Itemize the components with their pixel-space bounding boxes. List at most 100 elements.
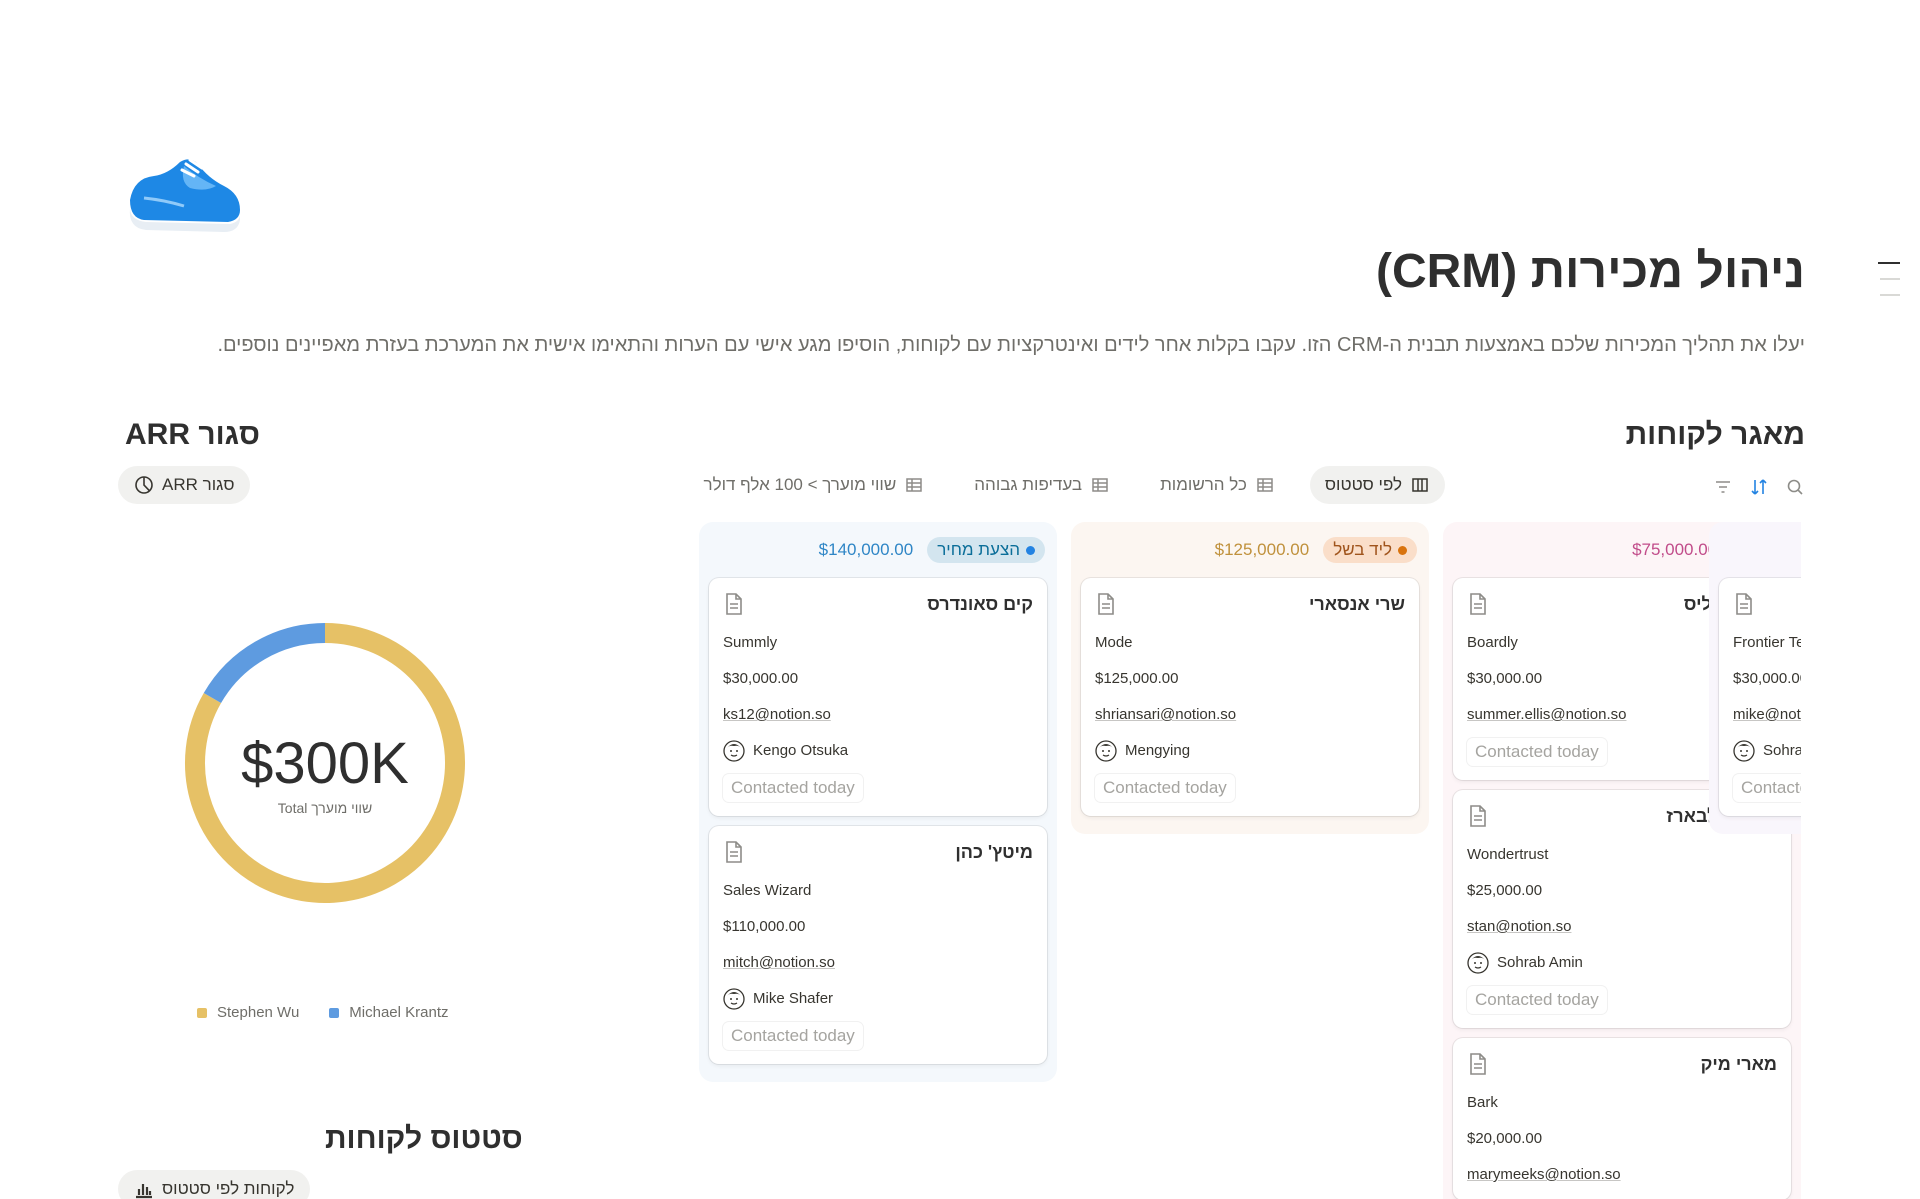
card-person: Mike Shafer [723,988,1033,1010]
status-chart-view-chip[interactable]: לקוחות לפי סטטוס [118,1170,311,1199]
legend-label: Michael Krantz [349,1004,449,1021]
running-shoe-icon [129,158,240,232]
card-value: $25,000.00 [1467,882,1543,899]
card-name: מארי מיק [1700,1053,1777,1074]
document-icon [726,593,742,615]
customer-card[interactable]: Frontier Tec $30,000.00 mike@notio Sohrab Co… [1719,578,1801,816]
status-pill[interactable]: ליד בשל [1323,537,1417,563]
card-header [1733,590,1801,618]
card-header: שרי אנסארי [1095,590,1405,618]
card-company: Summly [723,634,778,651]
filter-icon[interactable] [1713,477,1733,497]
avatar [723,988,745,1010]
page-description: יעלו את תהליך המכירות שלכם באמצעות תבנית… [217,334,1805,356]
table-icon [1257,478,1273,492]
card-value: $20,000.00 [1467,1130,1543,1147]
contacted-badge: Contacted [1733,774,1801,802]
tab-2[interactable]: בעדיפות גבוהה [959,466,1125,504]
avatar [1733,740,1755,762]
donut-slice-1[interactable] [203,623,326,704]
status-pill[interactable]: הצעת מחיר [927,537,1045,563]
document-icon [1098,593,1114,615]
search-icon[interactable] [1785,477,1805,497]
sort-icon[interactable] [1749,477,1769,497]
tab-label: כל הרשומות [1160,475,1247,494]
tab-label: שווי מוערך > 100 אלף דולר [703,475,897,494]
table-icon [1092,478,1108,492]
card-value: $110,000.00 [723,918,806,935]
avatar [723,740,745,762]
person-name: Sohrab Amin [1497,954,1583,971]
contacted-badge: Contacted today [723,1022,863,1050]
card-email[interactable]: mike@notio [1733,704,1801,726]
contacted-badge: Contacted today [1095,774,1235,802]
card-name: מיטץ' כהן [955,841,1033,862]
avatar [1467,952,1489,974]
column-header: משא ומתן [1719,532,1801,568]
card-value: $125,000.00 [1095,670,1179,687]
card-email[interactable]: ks12@notion.so [723,704,1033,726]
person-name: Mike Shafer [753,990,834,1007]
document-icon [1470,1053,1486,1075]
tab-label: בעדיפות גבוהה [974,475,1083,494]
tab-1[interactable]: כל הרשומות [1145,466,1290,504]
customer-card[interactable]: שרי אנסארי Mode $125,000.00 shriansari@noti… [1081,578,1419,816]
column-sum: $75,000.00 [1632,540,1718,559]
column-header: הצעת מחיר $140,000.00 [709,532,1047,568]
status-label: ליד בשל [1333,540,1392,559]
customer-card[interactable]: מארי מיק Bark $20,000.00 marymeeks@notion.s… [1453,1038,1791,1199]
card-person: Mengying [1095,740,1405,762]
card-header: מארי מיק [1467,1050,1777,1078]
person-name: Kengo Otsuka [753,742,849,759]
legend-swatch [197,1007,207,1018]
table-icon [906,478,923,492]
card-email[interactable]: marymeeks@notion.so [1467,1164,1777,1186]
card-value: $30,000.00 [723,670,799,687]
card-email[interactable]: shriansari@notion.so [1095,704,1405,726]
board-column-3: משא ומתן Frontier Tec $30,000.00 mike@notio… [1709,522,1801,834]
card-person: Sohrab Amin [1467,952,1777,974]
status-dot [1398,545,1407,555]
customer-card[interactable]: קים סאונדרס Summly $30,000.00 ks12@notion.s… [709,578,1047,816]
arr-donut-chart: $300K Total שווי מוערך [180,618,470,908]
board-column-1: ליד בשל $125,000.00 שרי אנסארי Mode $125,000… [1071,522,1429,834]
status-dot [1026,545,1035,555]
tab-label: לפי סטטוס [1324,475,1402,494]
card-person: Sohrab [1733,740,1801,762]
view-tabs: לפי סטטוס כל הרשומות בעדיפות גבוהה שווי מוע… [689,466,1445,504]
page-title: ניהול מכירות (CRM) [1375,245,1805,298]
donut-center-value: $300K [241,731,409,796]
card-company: Bark [1467,1094,1498,1111]
table-of-contents[interactable] [1878,262,1900,310]
card-email[interactable]: mitch@notion.so [723,952,1033,974]
avatar [1095,740,1117,762]
card-person: Kengo Otsuka [723,740,1033,762]
legend-item: Stephen Wu [197,1004,299,1021]
customer-card[interactable]: מיטץ' כהן Sales Wizard $110,000.00 mitch@no… [709,826,1047,1064]
contacted-badge: Contacted today [723,774,863,802]
customers-section-title: מאגר לקוחות [1625,418,1805,451]
column-sum: $125,000.00 [1214,540,1310,559]
column-header: ליד בשל $125,000.00 [1081,532,1419,568]
column-sum: $140,000.00 [818,540,914,559]
tab-0[interactable]: לפי סטטוס [1309,466,1445,504]
tab-3[interactable]: שווי מוערך > 100 אלף דולר [689,466,940,504]
view-tools [1713,477,1805,497]
card-header: מיטץ' כהן [723,838,1033,866]
legend-swatch [329,1007,340,1018]
contacted-badge: Contacted today [1467,738,1607,766]
card-name: שרי אנסארי [1309,593,1405,614]
chart-legend: Stephen Wu Michael Krantz [197,1004,449,1021]
arr-chart-view-chip[interactable]: סגור ARR [118,466,251,504]
card-email[interactable]: stan@notion.so [1467,916,1777,938]
document-icon [1470,805,1486,827]
document-icon [1736,593,1752,615]
document-icon [726,841,742,863]
board-column-2: הצעת מחיר $140,000.00 קים סאונדרס Summly $30… [699,522,1057,1082]
card-name: קים סאונדרס [927,593,1033,614]
bar-chart-icon [136,1184,152,1199]
board-icon [1412,478,1428,492]
kanban-board: ליד$75,000.00סאמר אליסBoardly$30,000.00s… [583,522,1801,1199]
status-section-title: סטטוס לקוחות [325,1122,523,1155]
person-name: Sohrab [1763,742,1801,759]
